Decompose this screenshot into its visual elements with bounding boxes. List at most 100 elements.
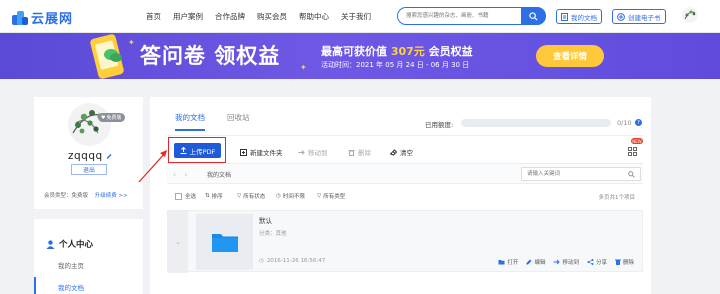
chevron-down-icon: ⌄ bbox=[175, 238, 181, 246]
create-ebook-label: 创建电子书 bbox=[628, 13, 661, 22]
main-panel: 我的文档 回收站 已用额度: 0/10 ? 上传PDF 新建文件夹 移动到 删除… bbox=[150, 97, 651, 294]
total-count: 多页共1个项目 bbox=[598, 195, 636, 201]
nav-help[interactable]: 帮助中心 bbox=[299, 11, 329, 22]
banner-title: 答问卷 领权益 bbox=[140, 44, 281, 68]
move-label: 移动到 bbox=[562, 260, 579, 266]
upload-icon bbox=[180, 147, 187, 154]
tab-recycle-bin[interactable]: 回收站 bbox=[227, 112, 250, 131]
header-avatar[interactable] bbox=[682, 7, 698, 23]
delete-file-label: 删除 bbox=[622, 260, 634, 266]
header-search-input[interactable] bbox=[398, 8, 518, 24]
tab-my-documents[interactable]: 我的文档 bbox=[175, 112, 205, 131]
member-type: 会员类型：免费版 升级续费 >> bbox=[44, 191, 128, 199]
file-date-text: 2016-11-26 16:56:47 bbox=[266, 258, 326, 264]
delete-button[interactable]: 删除 bbox=[348, 147, 371, 157]
type-filter[interactable]: ▽ 所有类型 bbox=[317, 192, 345, 200]
time-filter[interactable]: ◷ 时间不限 bbox=[276, 192, 305, 200]
breadcrumb-bar: ‹› 我的文档 bbox=[167, 163, 643, 184]
filter-icon: ▽ bbox=[317, 193, 322, 199]
username: zqqqq bbox=[68, 150, 103, 162]
share-button[interactable]: 分享 bbox=[587, 258, 607, 266]
sparkle-icon: ✦ bbox=[128, 38, 135, 47]
user-icon bbox=[46, 239, 55, 249]
file-title[interactable]: 默认 bbox=[259, 215, 272, 225]
file-actions: 打开 编辑 移动到 分享 删除 bbox=[490, 258, 634, 266]
personal-center-title: 个人中心 bbox=[46, 238, 93, 250]
sort-label: 排序 bbox=[211, 194, 223, 200]
list-item[interactable]: ⌄ 默认 分类：其他 ◷ 2016-11-26 16:56:47 打开 编辑 移… bbox=[167, 210, 643, 273]
plan-badge-label: 免费版 bbox=[106, 115, 122, 121]
sidebar: ♥ 免费版 zqqqq 退出 会员类型：免费版 升级续费 >> 个人中心 我的主… bbox=[34, 97, 143, 294]
divider bbox=[167, 135, 643, 136]
filter-icon: ▽ bbox=[237, 193, 242, 199]
upload-pdf-button[interactable]: 上传PDF bbox=[174, 143, 221, 158]
nav-home[interactable]: 首页 bbox=[146, 11, 161, 22]
status-filter[interactable]: ▽ 所有状态 bbox=[237, 192, 265, 200]
banner-headline-post: 会员权益 bbox=[428, 45, 473, 58]
nav-cases[interactable]: 用户案例 bbox=[173, 11, 203, 22]
create-ebook-button[interactable]: 创建电子书 bbox=[612, 9, 666, 24]
logo-text: 云展网 bbox=[31, 12, 74, 27]
search-icon bbox=[529, 11, 538, 21]
sort-icon: ⇅ bbox=[205, 193, 210, 199]
folder-open-icon bbox=[498, 260, 505, 265]
main-nav: 首页 用户案例 合作品牌 购买会员 帮助中心 关于我们 bbox=[146, 11, 383, 22]
quota-value: 0/10 bbox=[617, 119, 632, 127]
banner-headline-amount: 307元 bbox=[390, 45, 425, 58]
nav-brands[interactable]: 合作品牌 bbox=[215, 11, 245, 22]
open-button[interactable]: 打开 bbox=[498, 258, 518, 266]
select-all[interactable]: 全选 bbox=[175, 192, 196, 200]
move-to-label: 移动到 bbox=[308, 149, 328, 157]
banner-period: 活动时间：2021 年 05 月 24 日 - 06 月 30 日 bbox=[321, 61, 470, 69]
share-label: 分享 bbox=[595, 260, 607, 266]
select-all-label: 全选 bbox=[185, 194, 197, 200]
plan-badge-icon: ♥ bbox=[101, 114, 106, 121]
status-filter-label: 所有状态 bbox=[243, 194, 266, 200]
promo-banner[interactable]: ✦ ✦ 答问卷 领权益 最高可获价值 307元 会员权益 活动时间：2021 年… bbox=[0, 33, 720, 79]
time-filter-label: 时间不限 bbox=[282, 194, 305, 200]
move-to-button[interactable]: 移动到 bbox=[298, 147, 328, 157]
sidebar-item-my-homepage[interactable]: 我的主页 bbox=[58, 260, 84, 270]
share-icon bbox=[587, 259, 594, 265]
doc-search-input[interactable] bbox=[522, 168, 622, 180]
avatar[interactable] bbox=[68, 103, 111, 146]
help-icon[interactable]: ? bbox=[635, 119, 642, 126]
new-folder-button[interactable]: 新建文件夹 bbox=[240, 147, 283, 157]
back-arrow-icon[interactable]: ‹ bbox=[173, 170, 184, 179]
plus-circle-icon bbox=[617, 12, 625, 21]
edit-button[interactable]: 编辑 bbox=[526, 258, 545, 266]
active-indicator bbox=[34, 277, 36, 294]
select-all-checkbox[interactable] bbox=[175, 192, 182, 200]
eraser-icon bbox=[390, 148, 397, 156]
forward-arrow-icon[interactable]: › bbox=[184, 170, 195, 179]
sidebar-item-my-documents[interactable]: 我的文档 bbox=[58, 282, 84, 292]
doc-tabs: 我的文档 回收站 bbox=[175, 112, 272, 131]
logo[interactable]: 云展网 bbox=[12, 8, 73, 27]
type-filter-label: 所有类型 bbox=[323, 194, 346, 200]
clock-icon: ◷ bbox=[276, 193, 281, 199]
plan-badge: ♥ 免费版 bbox=[98, 113, 125, 122]
logout-button[interactable]: 退出 bbox=[71, 164, 107, 175]
row-checkbox[interactable]: ⌄ bbox=[168, 211, 188, 273]
filter-bar: 全选 ⇅ 排序 ▽ 所有状态 ◷ 时间不限 ▽ 所有类型 多页共1个项目 bbox=[167, 192, 643, 204]
trash-icon bbox=[348, 149, 355, 156]
clear-button[interactable]: 清空 bbox=[390, 147, 413, 157]
nav-about[interactable]: 关于我们 bbox=[341, 11, 371, 22]
header-search-button[interactable] bbox=[521, 7, 546, 25]
move-button[interactable]: 移动到 bbox=[553, 258, 579, 266]
nav-membership[interactable]: 购买会员 bbox=[257, 11, 287, 22]
view-details-button[interactable]: 查看详情 bbox=[536, 45, 604, 67]
my-docs-button[interactable]: 我的文档 bbox=[556, 9, 602, 24]
edit-icon bbox=[526, 259, 532, 265]
delete-file-button[interactable]: 删除 bbox=[614, 258, 634, 266]
grid-view-icon[interactable] bbox=[628, 147, 637, 156]
breadcrumb[interactable]: 我的文档 bbox=[207, 170, 231, 179]
sort-filter[interactable]: ⇅ 排序 bbox=[205, 192, 223, 200]
move-icon bbox=[553, 259, 561, 265]
folder-thumbnail[interactable] bbox=[196, 214, 253, 270]
search-icon[interactable] bbox=[628, 171, 635, 178]
document-icon bbox=[561, 12, 568, 21]
edit-icon[interactable] bbox=[106, 153, 112, 160]
upgrade-link[interactable]: 升级续费 >> bbox=[95, 193, 128, 199]
new-folder-label: 新建文件夹 bbox=[250, 149, 283, 157]
